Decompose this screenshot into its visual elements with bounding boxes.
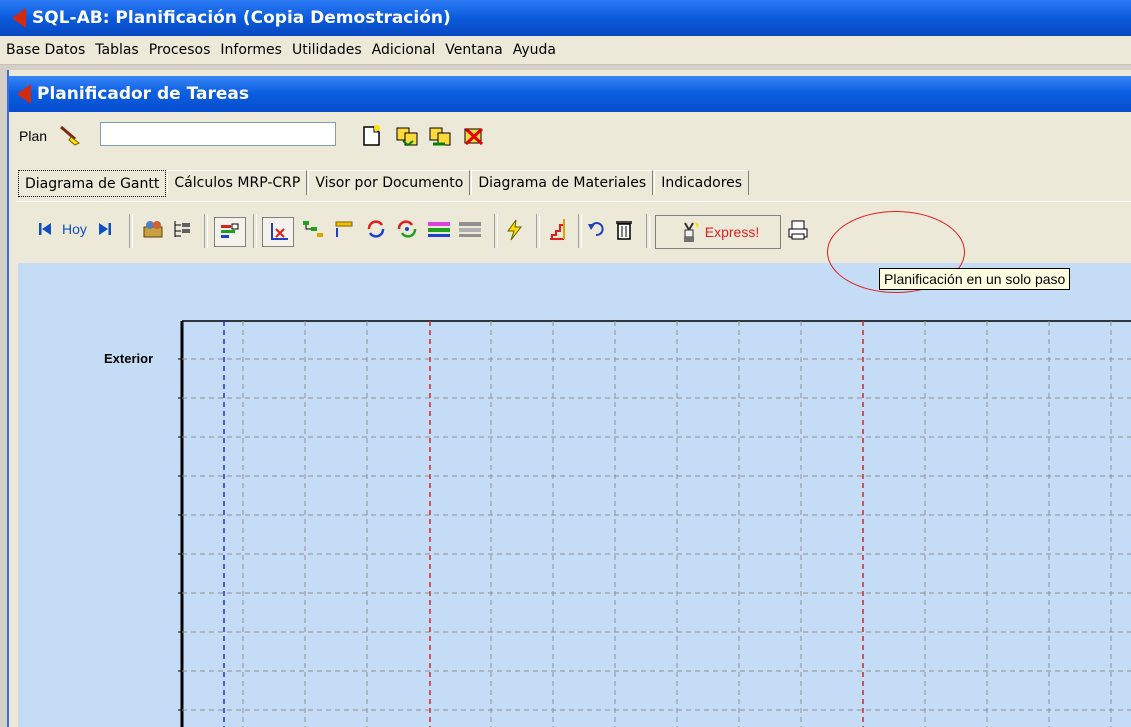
tab-calculos-mrp-crp[interactable]: Cálculos MRP-CRP	[167, 170, 308, 195]
gantt-chart[interactable]: Exterior	[18, 263, 1131, 727]
toolbar-separator	[253, 214, 257, 248]
child-title-bar: Planificador de Tareas	[9, 76, 1131, 112]
first-icon[interactable]	[38, 221, 52, 237]
grey-bars-icon[interactable]	[458, 219, 482, 239]
menu-base-datos[interactable]: Base Datos	[6, 42, 85, 58]
menu-ayuda[interactable]: Ayuda	[513, 42, 556, 58]
menu-utilidades[interactable]: Utilidades	[292, 42, 362, 58]
copy-plan-icon[interactable]	[428, 124, 454, 151]
child-logo-icon	[17, 84, 31, 104]
open-plan-icon[interactable]	[395, 124, 421, 151]
new-plan-icon[interactable]	[361, 124, 383, 151]
tab-indicadores[interactable]: Indicadores	[654, 170, 750, 195]
toolbar-separator	[536, 214, 540, 248]
toolbar-separator	[494, 214, 498, 248]
toolbar-separator	[578, 214, 582, 248]
lightning-icon[interactable]	[504, 219, 526, 241]
planificador-window: Planificador de Tareas Plan Diagrama de …	[7, 70, 1131, 727]
plan-input[interactable]	[100, 122, 336, 146]
tree-view-icon[interactable]	[172, 219, 194, 239]
refresh-all-icon[interactable]	[396, 219, 418, 239]
plan-label: Plan	[19, 128, 48, 144]
last-icon[interactable]	[98, 221, 112, 237]
toolbar-separator	[646, 214, 650, 248]
gantt-grid	[178, 320, 1131, 727]
trash-icon[interactable]	[614, 218, 634, 240]
gantt-view-toggle[interactable]	[214, 217, 246, 247]
gantt-row-label: Exterior	[104, 351, 154, 366]
toolbar-separator	[204, 214, 208, 248]
express-tooltip: Planificación en un solo paso	[879, 268, 1071, 290]
menu-informes[interactable]: Informes	[220, 42, 282, 58]
print-icon[interactable]	[787, 219, 809, 241]
plan-row: Plan	[9, 116, 1131, 156]
toolbar-separator	[129, 214, 133, 248]
express-button[interactable]: Express!	[655, 215, 781, 249]
steps-icon[interactable]	[546, 217, 568, 241]
app-logo-icon	[12, 8, 26, 28]
axis-toggle[interactable]	[262, 217, 294, 247]
menu-adicional[interactable]: Adicional	[372, 42, 436, 58]
today-button[interactable]: Hoy	[62, 221, 87, 237]
menu-procesos[interactable]: Procesos	[149, 42, 211, 58]
menu-bar: Base Datos Tablas Procesos Informes Util…	[0, 36, 1131, 65]
resources-icon[interactable]	[143, 219, 165, 239]
tab-diagrama-materiales[interactable]: Diagrama de Materiales	[471, 170, 654, 195]
tab-diagrama-gantt[interactable]: Diagrama de Gantt	[18, 170, 167, 197]
undo-icon[interactable]	[587, 219, 607, 239]
express-label: Express!	[704, 224, 760, 240]
menu-ventana[interactable]: Ventana	[445, 42, 503, 58]
app-title-bar: SQL-AB: Planificación (Copia Demostració…	[0, 0, 1131, 36]
menu-tablas[interactable]: Tablas	[95, 42, 138, 58]
refresh-icon[interactable]	[365, 219, 387, 239]
tab-strip: Diagrama de Gantt Cálculos MRP-CRP Visor…	[18, 170, 750, 197]
schedule-icon[interactable]	[334, 219, 356, 239]
pick-plan-icon[interactable]	[57, 124, 83, 149]
color-bars-icon[interactable]	[427, 219, 451, 239]
delete-plan-icon[interactable]	[462, 124, 488, 151]
tab-visor-documento[interactable]: Visor por Documento	[308, 170, 471, 195]
child-title: Planificador de Tareas	[37, 84, 249, 104]
connect-tasks-icon[interactable]	[302, 219, 324, 239]
app-title: SQL-AB: Planificación (Copia Demostració…	[32, 8, 451, 28]
